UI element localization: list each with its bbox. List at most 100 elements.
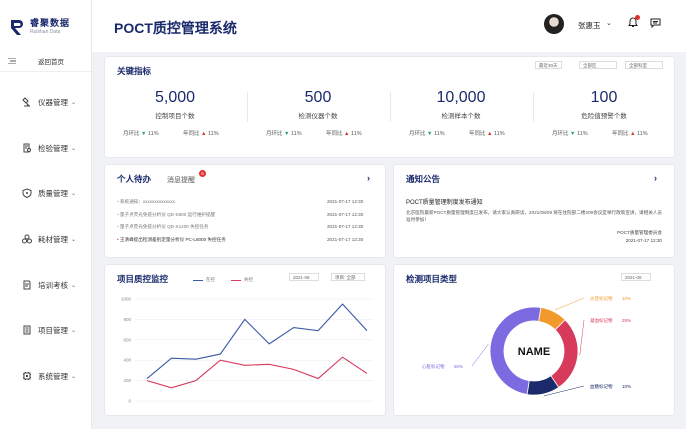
kpi-label: 危险值预警个数 [581, 113, 627, 120]
notice-signature: POCT质量管理委员会 [617, 230, 662, 235]
kpi-label: 检测样本个数 [441, 113, 481, 120]
y-tick-label: 800 [123, 317, 131, 322]
back-home-button[interactable]: 返回首页 [0, 50, 91, 72]
todo-date: 2021-07-17 12:30 [327, 237, 364, 242]
todo-date: 2021-07-17 12:30 [327, 224, 364, 229]
todo-item[interactable]: • 王清峰提出检测差别定量分析仪 PC-L8000 失控任务 [117, 237, 226, 243]
sidebar-item-label: 仪器管理 [38, 97, 68, 107]
kpi-label: 检测仪器个数 [298, 113, 338, 120]
notice-headline[interactable]: POCT质量管理制度发布通知 [406, 197, 483, 206]
department-select[interactable]: 全部科室 [625, 61, 663, 69]
list-document-icon [23, 325, 31, 335]
qc-line-chart: 0 200 400 600 800 1000 [121, 297, 373, 404]
series-line-2 [146, 356, 368, 389]
kpi-yoy: 年同比 ▲ 11% [326, 131, 362, 137]
todo-card: 个人待办 消息提醒 6 › • 系统通知：xxxxxxxxxxxxxx 2021… [104, 164, 386, 258]
chevron-down-icon: ⌄ [71, 145, 77, 152]
leader-line [554, 297, 585, 311]
avatar[interactable] [544, 14, 564, 34]
slice-percent: 10% [622, 384, 631, 389]
chevron-down-icon: ⌄ [71, 190, 77, 197]
kpi-mom: 月环比 ▼ 11% [123, 131, 159, 137]
district-select[interactable]: 全部区 [579, 61, 617, 69]
logo-title: 睿聚数据 [30, 18, 71, 28]
chevron-down-icon: ⌄ [71, 282, 77, 289]
sidebar-item-system[interactable]: 系统管理 ⌄ [0, 366, 92, 386]
slice-label: 凝血标记物 [590, 317, 613, 324]
kpi-mom: 月环比 ▼ 11% [266, 131, 302, 137]
chevron-down-icon[interactable]: ⌄ [606, 19, 612, 27]
sidebar-item-consumables[interactable]: 耗材管理 ⌄ [0, 229, 92, 249]
sidebar-item-project[interactable]: 项目管理 ⌄ [0, 320, 92, 340]
logo: 睿聚数据 Ruishan Data [0, 0, 91, 40]
chip-icon [23, 372, 31, 380]
chevron-down-icon: ⌄ [71, 373, 77, 380]
kpi-item: 500 检测仪器个数 [248, 89, 388, 120]
chevron-down-icon: ⌄ [71, 327, 77, 334]
edit-document-icon [23, 280, 31, 290]
kpi-yoy: 年同比 ▲ 11% [612, 131, 648, 137]
y-tick-label: 600 [123, 337, 131, 342]
kpi-yoy: 年同比 ▲ 11% [469, 131, 505, 137]
sidebar-item-label: 系统管理 [38, 371, 68, 381]
cluster-icon [22, 234, 32, 244]
slice-percent: 50% [454, 364, 463, 369]
sidebar-item-inspection[interactable]: 检验管理 ⌄ [0, 138, 92, 158]
kpi-value: 500 [304, 89, 332, 106]
date-range-select[interactable]: 最近30天 [535, 61, 562, 69]
sidebar: 睿聚数据 Ruishan Data 返回首页 仪器管理 ⌄ 检验管理 ⌄ 质量管理 ⌄… [0, 0, 92, 429]
series-line-1 [146, 303, 368, 379]
tab-messages[interactable]: 消息提醒 [167, 175, 195, 185]
y-tick-label: 200 [123, 378, 131, 383]
todo-date: 2021-07-17 12:30 [327, 199, 364, 204]
slice-percent: 10% [622, 296, 631, 301]
microscope-icon [22, 97, 31, 107]
shield-icon [22, 188, 32, 198]
sidebar-item-training[interactable]: 培训考核 ⌄ [0, 275, 92, 295]
y-tick-label: 1000 [121, 297, 132, 302]
top-header: POCT质控管理系统 张惠玉 ⌄ [92, 0, 686, 52]
notification-dot [635, 15, 640, 20]
collapse-menu-icon[interactable] [8, 57, 16, 64]
sidebar-item-label: 耗材管理 [38, 234, 68, 244]
kpi-mom: 月环比 ▼ 11% [409, 131, 445, 137]
chevron-down-icon: ⌄ [71, 236, 77, 243]
slice-label: 炎症标记物 [590, 295, 613, 302]
message-badge: 6 [199, 170, 206, 177]
kpi-value: 10,000 [436, 89, 486, 106]
notice-date: 2021-07-17 12:30 [625, 238, 662, 243]
kpi-label: 控制项目个数 [155, 113, 195, 120]
chevron-right-icon[interactable]: › [654, 173, 657, 183]
kpi-item: 10,000 检测样本个数 [391, 89, 531, 120]
sidebar-item-quality[interactable]: 质量管理 ⌄ [0, 183, 92, 203]
kpi-card: 关键指标 最近30天 全部区 全部科室 5,000 控制项目个数 500 检测仪… [104, 56, 675, 158]
todo-item[interactable]: • 系统通知：xxxxxxxxxxxxxx [117, 199, 175, 205]
document-search-icon [23, 143, 31, 153]
logo-subtitle: Ruishan Data [30, 29, 61, 35]
todo-item[interactable]: • 量子点荧光免疫分析仪 QD-S600 运行维护提醒 [117, 212, 215, 218]
leader-line [579, 319, 585, 356]
tab-todo[interactable]: 个人待办 [117, 173, 151, 185]
sidebar-item-label: 培训考核 [38, 280, 68, 290]
back-home-label: 返回首页 [38, 58, 64, 66]
page-title: POCT质控管理系统 [114, 20, 237, 36]
sidebar-item-label: 质量管理 [38, 188, 68, 198]
sidebar-item-label: 项目管理 [38, 325, 68, 335]
notice-card: 通知公告 › POCT质量管理制度发布通知 北京医院最新POCT质量管理制度已发… [393, 164, 675, 258]
leader-line [471, 343, 489, 367]
test-type-card: 检测项目类型 2021-08 心脏标记物 50% 炎症标记物 10% 凝血标记物 28% 血… [393, 264, 675, 416]
notice-body: 北京医院最新POCT质量管理制度已发布，请大家认真研读，2021/08/09 将… [406, 210, 663, 222]
kpi-mom: 月环比 ▼ 11% [552, 131, 588, 137]
slice-label: 血糖标记物 [590, 383, 613, 390]
message-icon[interactable] [650, 18, 661, 28]
todo-item[interactable]: • 量子点荧光免疫分析仪 QD-S1200 失控任务 [117, 224, 208, 230]
chevron-right-icon[interactable]: › [367, 173, 370, 183]
kpi-item: 100 危险值预警个数 [534, 89, 674, 120]
sidebar-item-instrument[interactable]: 仪器管理 ⌄ [0, 92, 92, 112]
kpi-item: 5,000 控制项目个数 [105, 89, 245, 120]
qc-monitor-card: 项目质控监控 在控 失控 2021-08 项目: 全部 0 200 400 600 80… [104, 264, 386, 416]
username[interactable]: 张惠玉 [578, 20, 601, 31]
donut-center-label: NAME [518, 346, 550, 358]
sidebar-item-label: 检验管理 [38, 143, 68, 153]
todo-date: 2021-07-17 12:30 [327, 212, 364, 217]
